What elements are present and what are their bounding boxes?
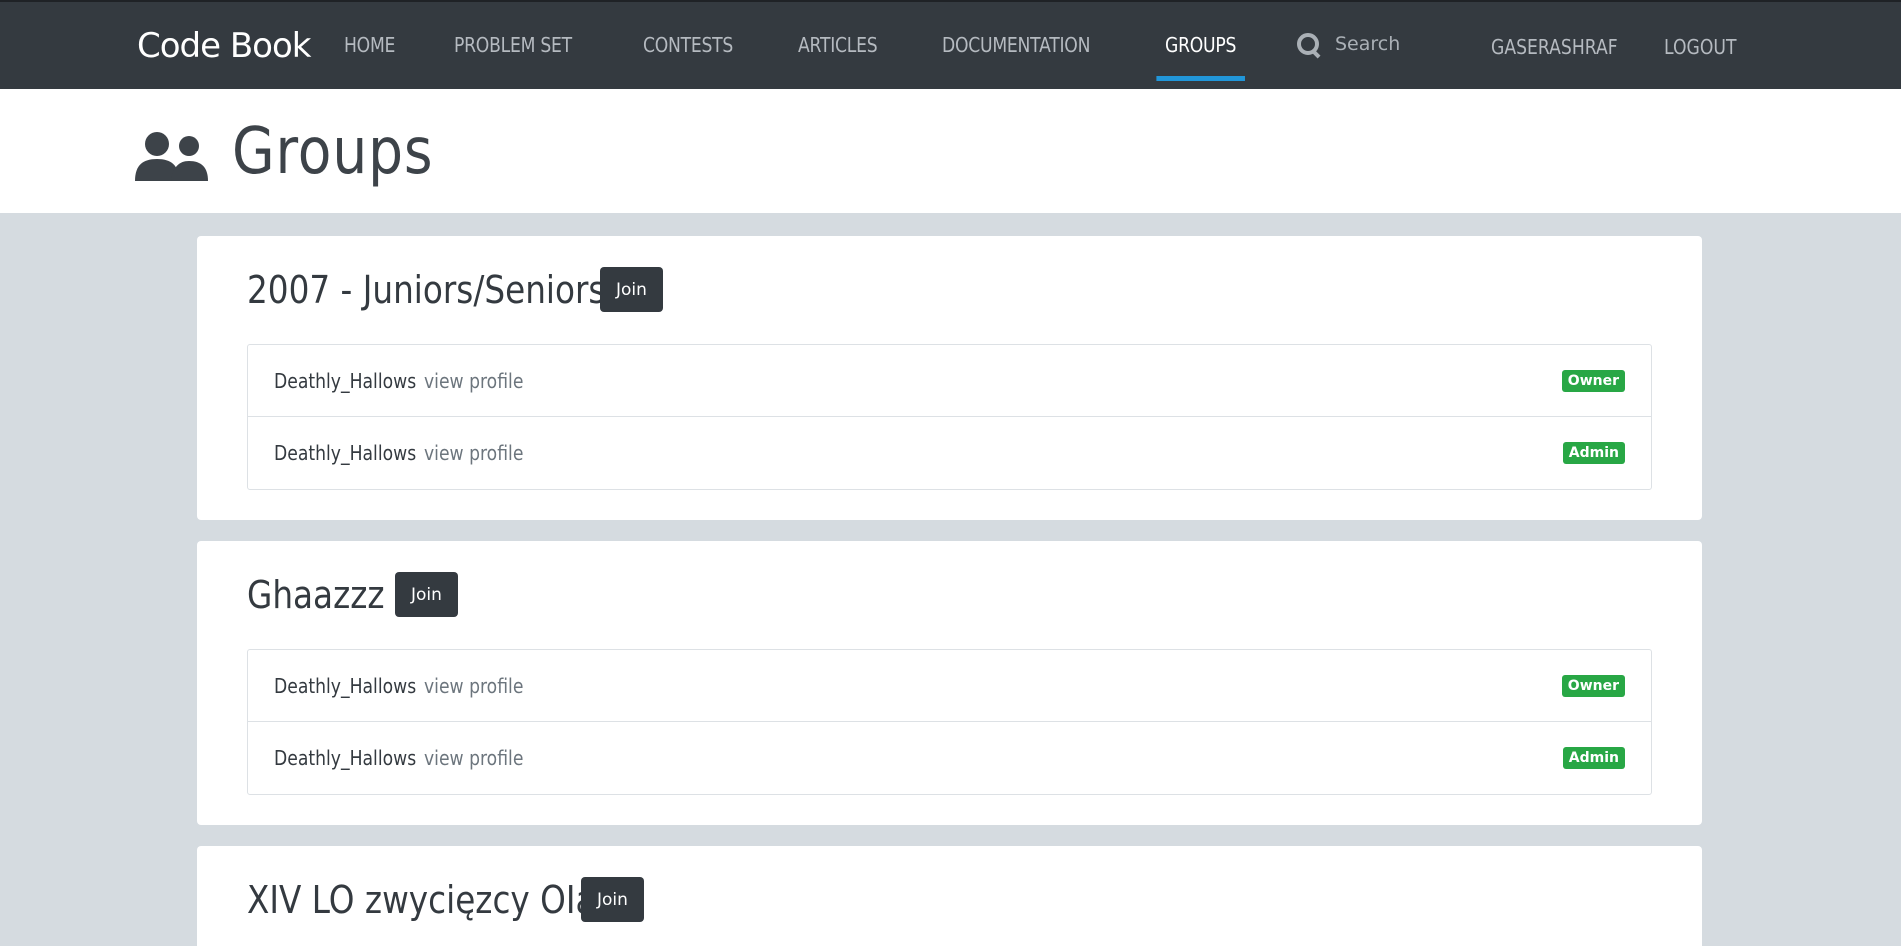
nav-link-groups[interactable]: GROUPS <box>1156 2 1245 89</box>
page-header: Groups <box>0 89 1901 213</box>
group-header: XIV LO zwycięzcy OIa Join <box>247 876 1652 923</box>
member-name: Deathly_Hallows <box>274 746 417 770</box>
page: Code Book HOME PROBLEM SET CONTESTS ARTI… <box>0 0 1901 946</box>
member-list: Deathly_Hallows view profile Owner Death… <box>247 344 1652 490</box>
search-box <box>1293 29 1455 59</box>
member-row: Deathly_Hallows view profile Admin <box>248 722 1651 794</box>
search-input[interactable] <box>1335 33 1455 55</box>
view-profile-link[interactable]: view profile <box>424 674 523 698</box>
users-icon <box>135 132 208 181</box>
group-name: 2007 - Juniors/Seniors <box>247 267 606 312</box>
join-button[interactable]: Join <box>600 267 663 312</box>
groups-list: 2007 - Juniors/Seniors Join Deathly_Hall… <box>197 236 1702 946</box>
view-profile-link[interactable]: view profile <box>424 441 523 465</box>
member-list: Deathly_Hallows view profile Owner Death… <box>247 649 1652 795</box>
member-row: Deathly_Hallows view profile Owner <box>248 650 1651 722</box>
view-profile-link[interactable]: view profile <box>424 746 523 770</box>
nav-links: HOME PROBLEM SET CONTESTS ARTICLES DOCUM… <box>344 2 1299 89</box>
page-title: Groups <box>232 115 434 189</box>
brand-logo[interactable]: Code Book <box>137 26 311 66</box>
join-button[interactable]: Join <box>395 572 458 617</box>
view-profile-link[interactable]: view profile <box>424 369 523 393</box>
nav-link-documentation[interactable]: DOCUMENTATION <box>942 2 1090 89</box>
role-badge: Owner <box>1561 370 1625 392</box>
group-header: 2007 - Juniors/Seniors Join <box>247 266 1652 313</box>
member-name: Deathly_Hallows <box>274 673 417 698</box>
role-badge: Admin <box>1562 442 1625 464</box>
logout-link[interactable]: LOGOUT <box>1664 2 1736 89</box>
search-icon[interactable] <box>1293 29 1323 59</box>
group-card: XIV LO zwycięzcy OIa Join <box>197 846 1702 946</box>
group-name: Ghaazzz <box>247 572 385 617</box>
nav-link-contests[interactable]: CONTESTS <box>643 2 733 89</box>
nav-link-articles[interactable]: ARTICLES <box>798 2 878 89</box>
group-header: Ghaazzz Join <box>247 571 1652 618</box>
member-row: Deathly_Hallows view profile Admin <box>248 417 1651 489</box>
group-card: 2007 - Juniors/Seniors Join Deathly_Hall… <box>197 236 1702 520</box>
member-name: Deathly_Hallows <box>274 441 417 465</box>
group-name: XIV LO zwycięzcy OIa <box>247 877 596 922</box>
group-card: Ghaazzz Join Deathly_Hallows view profil… <box>197 541 1702 825</box>
member-row: Deathly_Hallows view profile Owner <box>248 345 1651 417</box>
nav-link-problem-set[interactable]: PROBLEM SET <box>454 2 572 89</box>
role-badge: Owner <box>1561 675 1625 697</box>
navbar: Code Book HOME PROBLEM SET CONTESTS ARTI… <box>0 2 1901 89</box>
member-name: Deathly_Hallows <box>274 368 417 393</box>
user-profile-link[interactable]: GASERASHRAF <box>1491 2 1618 89</box>
nav-link-home[interactable]: HOME <box>344 2 395 89</box>
role-badge: Admin <box>1562 747 1625 769</box>
